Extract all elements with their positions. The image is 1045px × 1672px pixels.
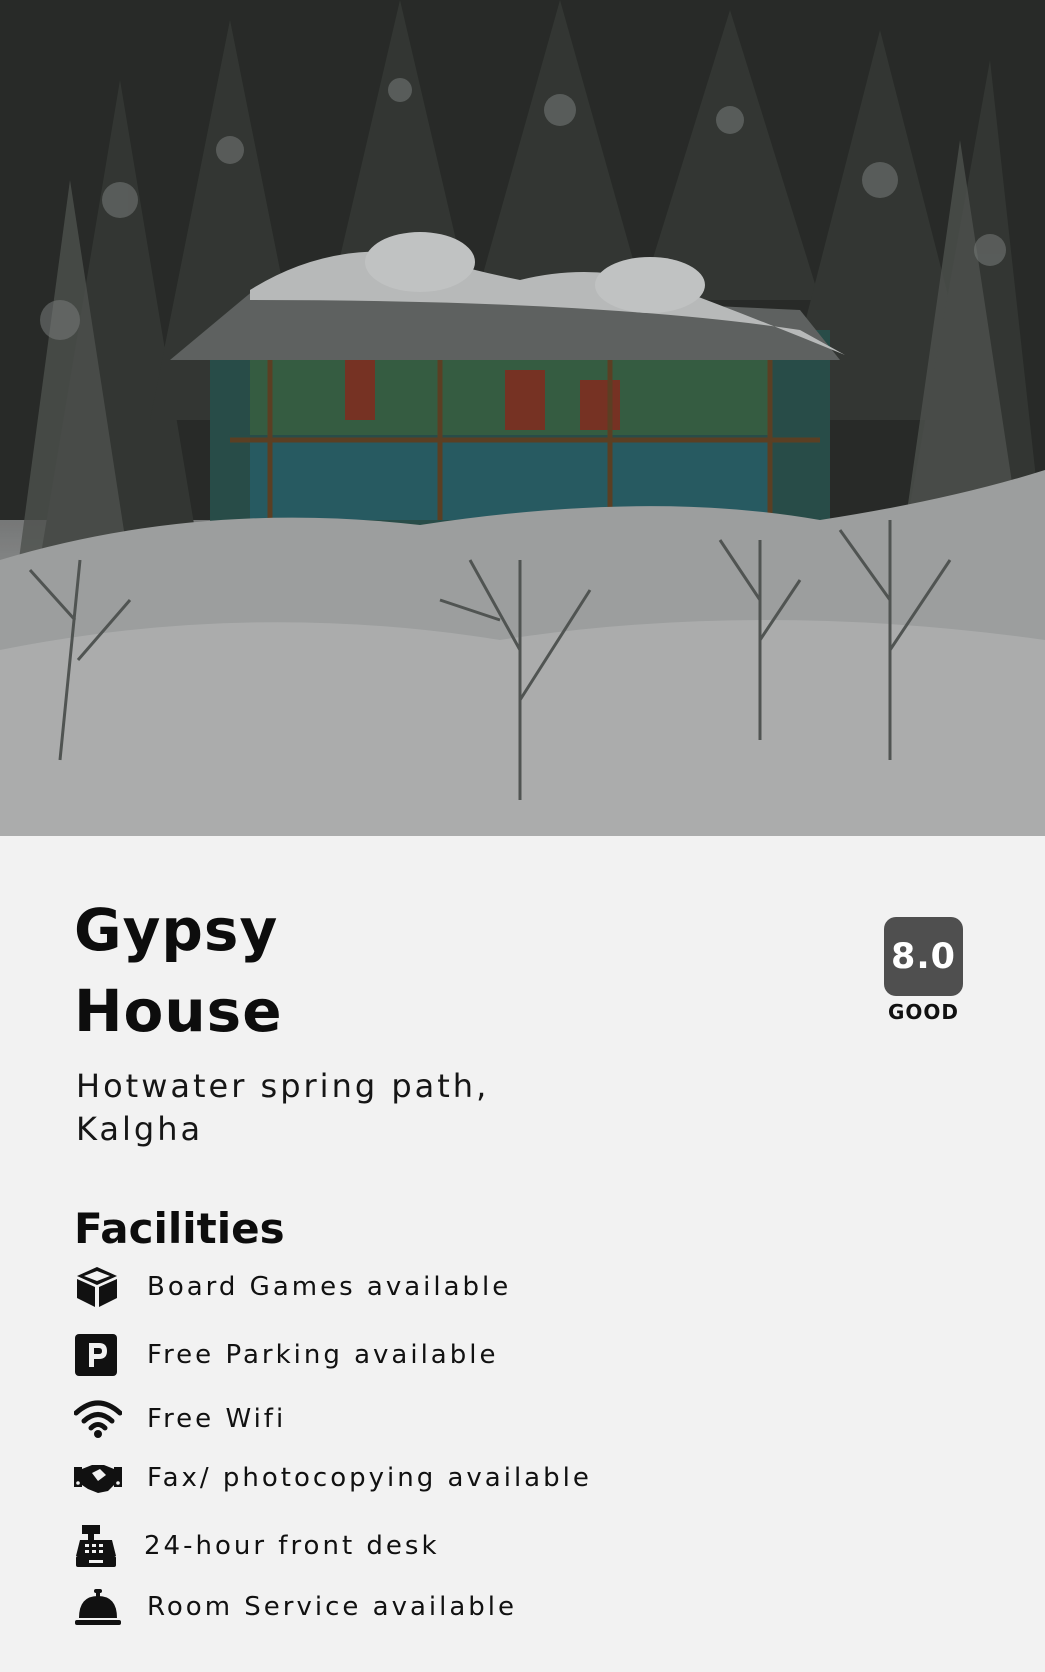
hotel-name-line-2: House [74, 977, 283, 1045]
facilities-title: Facilities [74, 1204, 285, 1253]
facility-label: Free Wifi [147, 1404, 287, 1434]
facility-front-desk: 24-hour front desk [74, 1521, 774, 1571]
facility-fax-photocopying: Fax/ photocopying available [74, 1453, 774, 1503]
hotel-name: Gypsy House [74, 890, 474, 1052]
cube-icon [74, 1262, 124, 1312]
hotel-name-line-1: Gypsy [74, 896, 279, 964]
facility-label: 24-hour front desk [144, 1531, 440, 1561]
facility-label: Room Service available [147, 1592, 518, 1622]
facility-free-parking: Free Parking available [74, 1330, 774, 1380]
facility-label: Board Games available [147, 1272, 512, 1302]
facility-label: Fax/ photocopying available [147, 1463, 592, 1493]
rating-label: GOOD [887, 1000, 960, 1024]
handshake-icon [74, 1453, 124, 1503]
rating-badge: 8.0 [884, 917, 963, 996]
facility-board-games: Board Games available [74, 1262, 774, 1312]
hotel-address: Hotwater spring path, Kalgha [76, 1067, 490, 1148]
service-bell-icon [74, 1582, 124, 1632]
wifi-icon [74, 1394, 124, 1444]
facility-label: Free Parking available [147, 1340, 499, 1370]
hotel-photo [0, 0, 1045, 836]
parking-icon [74, 1330, 124, 1380]
facility-room-service: Room Service available [74, 1582, 774, 1632]
facility-free-wifi: Free Wifi [74, 1394, 774, 1444]
cash-register-icon [74, 1521, 124, 1571]
